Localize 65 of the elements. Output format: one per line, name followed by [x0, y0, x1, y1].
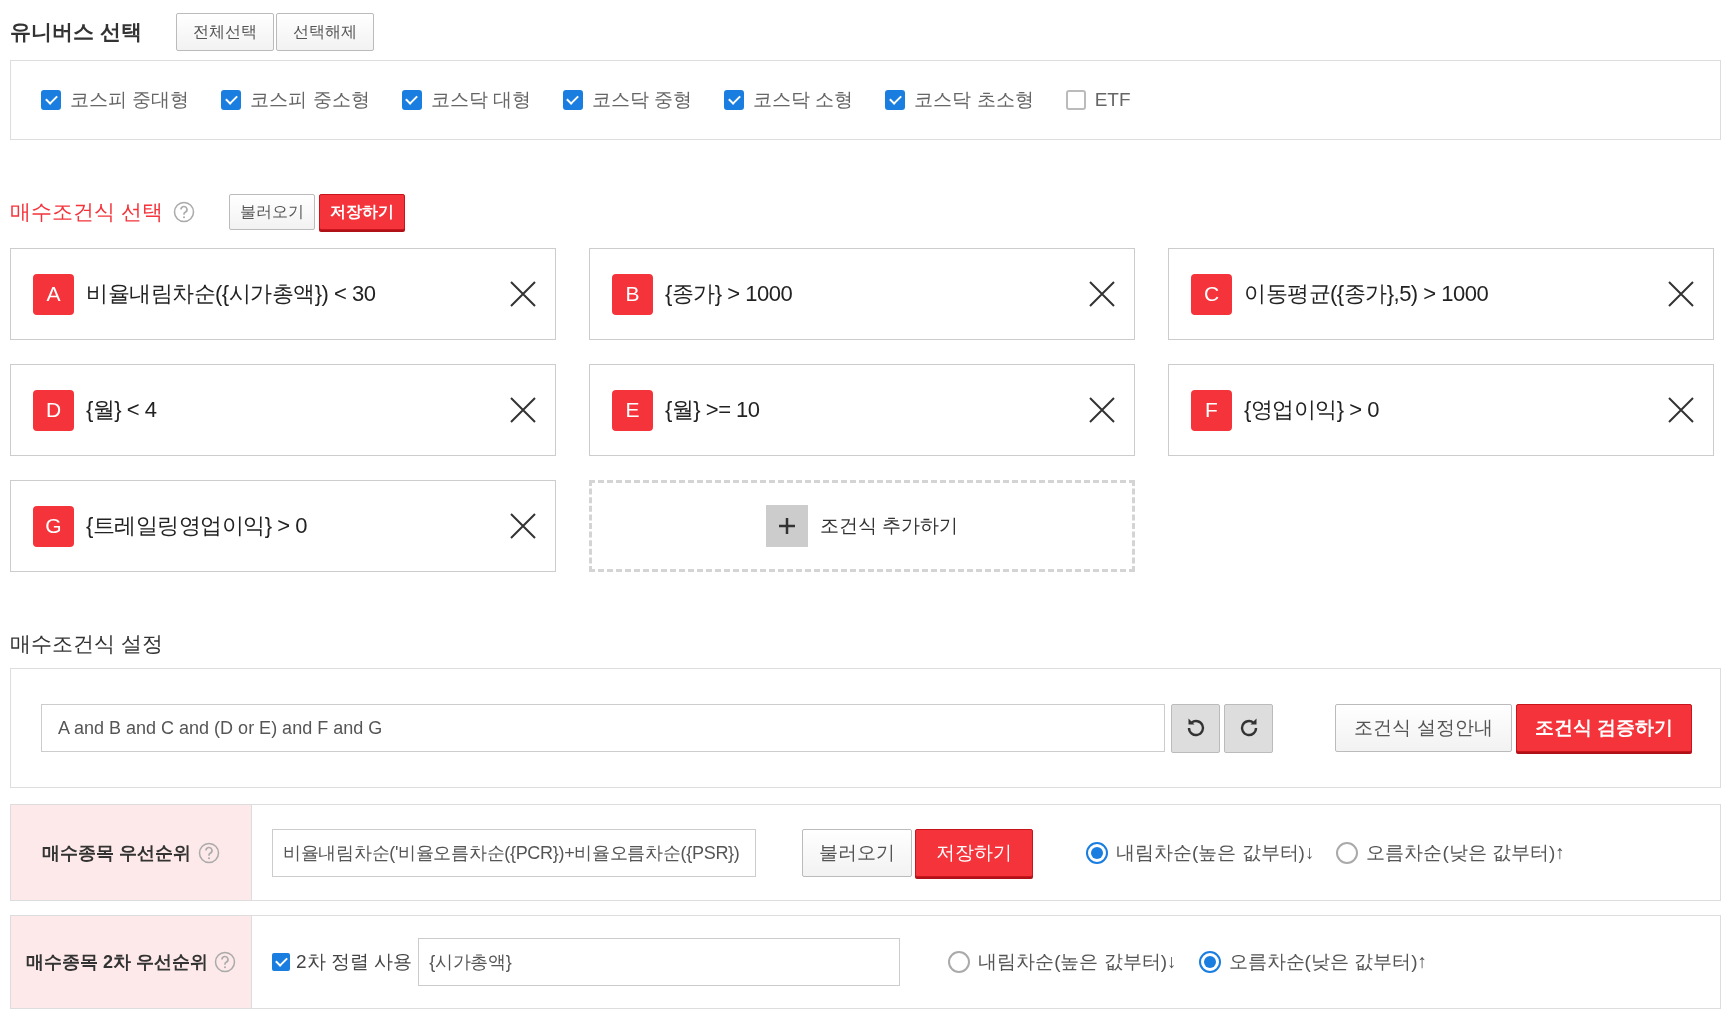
radio-label[interactable]: 오름차순(낮은 값부터)↑ — [1366, 839, 1565, 866]
section-title: 매수조건식 선택 — [10, 199, 163, 225]
undo-button[interactable] — [1171, 703, 1220, 753]
load-button[interactable]: 불러오기 — [802, 828, 912, 877]
checkbox[interactable] — [562, 90, 583, 110]
condition-expression: 이동평균({종가},5) > 1000 — [1244, 280, 1490, 308]
close-icon[interactable] — [1667, 396, 1695, 424]
condition-expression: {종가} > 1000 — [665, 280, 794, 308]
condition-letter-badge: F — [1191, 389, 1232, 431]
close-icon[interactable] — [509, 280, 537, 308]
condition-letter-badge: E — [612, 389, 653, 431]
condition-expression: {영업이익} > 0 — [1244, 396, 1380, 424]
checkbox-label[interactable]: 코스닥 대형 — [430, 87, 531, 113]
checkbox[interactable] — [41, 90, 61, 110]
row-label: 매수종목 2차 우선순위 — [26, 951, 208, 974]
save-button[interactable]: 저장하기 — [915, 828, 1033, 877]
expression-input[interactable]: A and B and C and (D or E) and F and G — [41, 704, 1165, 752]
condition-letter-badge: D — [33, 389, 74, 431]
radio-label[interactable]: 내림차순(높은 값부터)↓ — [978, 949, 1177, 975]
close-icon[interactable] — [1088, 280, 1116, 308]
verify-button[interactable]: 조건식 검증하기 — [1515, 704, 1692, 752]
condition-letter-badge: B — [612, 273, 653, 315]
select-all-button[interactable]: 전체선택 — [175, 13, 274, 51]
guide-button[interactable]: 조건식 설정안내 — [1335, 704, 1512, 752]
checkbox-label[interactable]: 코스피 중대형 — [70, 87, 190, 113]
formula-input[interactable]: {시가총액} — [418, 938, 901, 986]
add-condition-button[interactable]: 조건식 추가하기 — [589, 480, 1135, 572]
help-icon[interactable] — [172, 201, 195, 223]
condition-expression: {트레일링영업이익} > 0 — [86, 512, 308, 540]
condition-letter-badge: A — [33, 273, 74, 315]
condition-expression: {월} < 4 — [86, 396, 158, 424]
condition-expression: {월} >= 10 — [665, 396, 761, 424]
checkbox-label[interactable]: 코스닥 초소형 — [914, 87, 1034, 113]
checkbox[interactable] — [272, 953, 290, 971]
checkbox[interactable] — [885, 90, 906, 110]
condition-letter-badge: G — [33, 505, 74, 547]
checkbox-label[interactable]: ETF — [1094, 89, 1131, 111]
checkbox-label[interactable]: 2차 정렬 사용 — [296, 949, 413, 975]
save-button[interactable]: 저장하기 — [318, 194, 405, 230]
section-title: 매수조건식 설정 — [10, 631, 164, 657]
checkbox[interactable] — [221, 90, 242, 110]
redo-button[interactable] — [1224, 703, 1273, 753]
condition-letter-badge: C — [1191, 273, 1232, 315]
radio-label[interactable]: 오름차순(낮은 값부터)↑ — [1228, 949, 1427, 975]
checkbox-label[interactable]: 코스닥 소형 — [753, 87, 854, 113]
radio-label[interactable]: 내림차순(높은 값부터)↓ — [1116, 839, 1315, 866]
close-icon[interactable] — [1088, 396, 1116, 424]
checkbox[interactable] — [1065, 90, 1086, 110]
row-label: 매수종목 우선순위 — [42, 841, 192, 865]
deselect-button[interactable]: 선택해제 — [275, 13, 374, 51]
checkbox-label[interactable]: 코스피 중소형 — [250, 87, 370, 113]
checkbox-label[interactable]: 코스닥 중형 — [591, 87, 693, 113]
section-title: 유니버스 선택 — [10, 19, 142, 45]
checkbox[interactable] — [401, 90, 422, 110]
condition-expression: 비율내림차순({시가총액}) < 30 — [86, 280, 377, 308]
radio-button[interactable] — [1198, 951, 1221, 973]
radio-button[interactable] — [1086, 841, 1108, 864]
close-icon[interactable] — [1667, 280, 1695, 308]
formula-input[interactable]: 비율내림차순('비율오름차순({PCR})+비율오름차순({PSR}) — [272, 828, 756, 877]
close-icon[interactable] — [509, 512, 537, 540]
radio-button[interactable] — [1336, 841, 1359, 864]
radio-button[interactable] — [948, 951, 971, 973]
load-button[interactable]: 불러오기 — [228, 194, 315, 230]
checkbox[interactable] — [724, 90, 745, 110]
close-icon[interactable] — [509, 396, 537, 424]
